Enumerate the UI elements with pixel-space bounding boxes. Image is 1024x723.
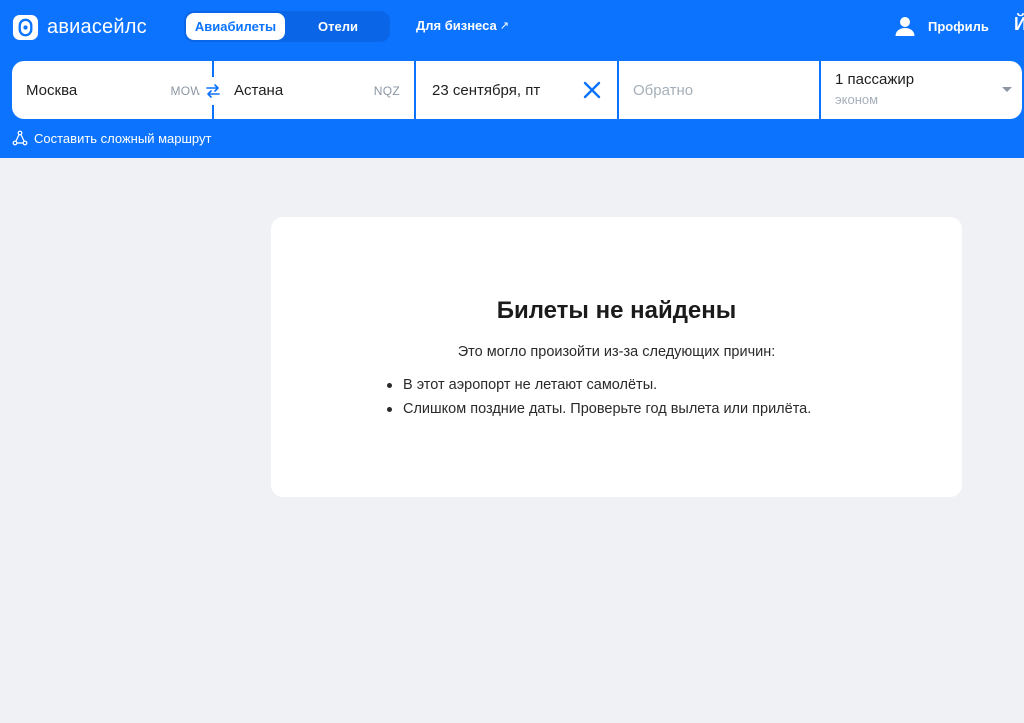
depart-date-value: 23 сентября, пт [432, 82, 541, 99]
destination-city: Астана [234, 82, 284, 99]
return-date-field[interactable]: Обратно [619, 61, 819, 119]
origin-city: Москва [26, 82, 78, 99]
external-arrow-icon: ↗ [499, 20, 509, 32]
business-link-label: Для бизнеса [416, 18, 497, 33]
complex-route-link[interactable]: Составить сложный маршрут [12, 130, 211, 146]
origin-field[interactable]: Москва MOW [12, 61, 227, 119]
swap-button[interactable] [199, 77, 227, 105]
destination-field[interactable]: Астана NQZ [214, 61, 414, 119]
search-form: Москва MOW Астана NQZ 23 сентября, пт Об… [12, 61, 1022, 119]
tab-hotels[interactable]: Отели [290, 13, 386, 40]
reasons-list: В этот аэропорт не летают самолёты. Слиш… [386, 376, 811, 424]
list-item: В этот аэропорт не летают самолёты. [386, 376, 811, 400]
return-placeholder: Обратно [633, 82, 694, 99]
logo-text: авиасейлс [47, 15, 147, 38]
cut-off-menu-item[interactable]: Й [1014, 14, 1024, 35]
aviasales-logo-icon [12, 14, 39, 40]
product-tabs: Авиабилеты Отели [184, 11, 390, 42]
tab-flights[interactable]: Авиабилеты [186, 13, 285, 40]
cabin-class: эконом [835, 92, 879, 107]
header-bar: авиасейлс Авиабилеты Отели Для бизнеса ↗… [0, 0, 1024, 158]
list-item: Слишком поздние даты. Проверьте год выле… [386, 400, 811, 424]
no-results-card: Билеты не найдены Это могло произойти из… [271, 217, 962, 497]
profile-label: Профиль [928, 18, 989, 34]
chevron-down-icon [1002, 87, 1012, 92]
no-results-title: Билеты не найдены [496, 297, 737, 324]
user-icon [895, 17, 915, 36]
origin-code: MOW [170, 84, 202, 98]
swap-arrows-icon [206, 84, 220, 98]
no-results-subtitle: Это могло произойти из-за следующих прич… [457, 344, 776, 360]
passengers-count: 1 пассажир [835, 71, 915, 88]
passengers-field[interactable]: 1 пассажир эконом [821, 61, 1022, 119]
complex-route-label: Составить сложный маршрут [34, 130, 212, 146]
profile-button[interactable]: Профиль [894, 15, 989, 37]
depart-date-field[interactable]: 23 сентября, пт [416, 61, 617, 119]
logo[interactable]: авиасейлс [12, 13, 147, 41]
route-triangle-icon [12, 130, 28, 146]
business-link[interactable]: Для бизнеса ↗ [416, 18, 509, 33]
destination-code: NQZ [373, 84, 400, 98]
close-icon[interactable] [582, 80, 602, 100]
